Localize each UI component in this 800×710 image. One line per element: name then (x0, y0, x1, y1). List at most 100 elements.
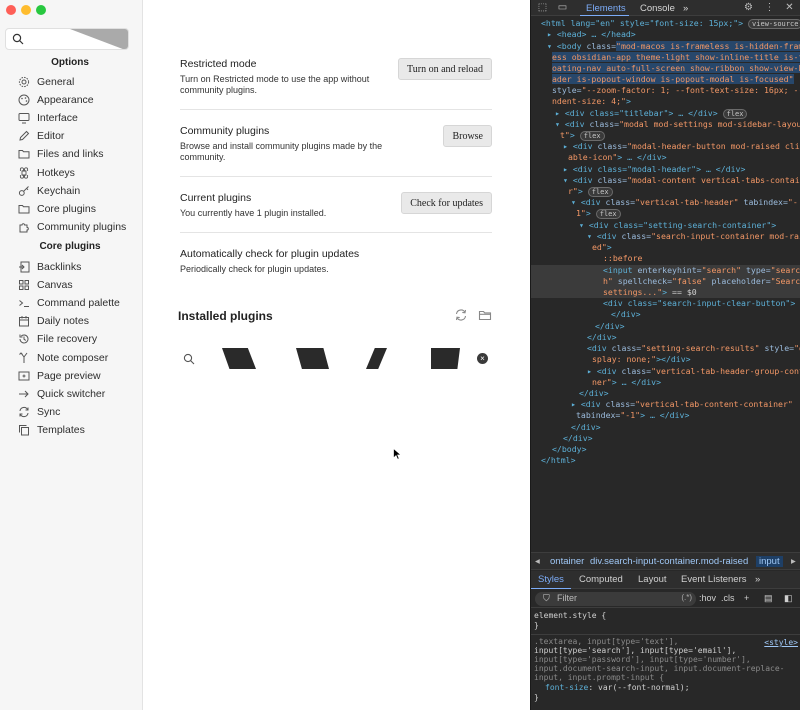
regex-toggle[interactable]: (.*) (681, 593, 692, 602)
minimize-window-button[interactable] (21, 5, 31, 15)
element-style-selector[interactable]: element.style { (534, 611, 606, 621)
clear-search-icon[interactable]: × (477, 353, 488, 364)
fullscreen-window-button[interactable] (36, 5, 46, 15)
dom-node[interactable]: ▸ <div class="vertical-tab-header-group-… (531, 366, 800, 377)
sidebar-item-editor[interactable]: Editor (18, 127, 64, 145)
dom-node[interactable]: ▾ <div class="setting-search-container"> (531, 220, 800, 231)
dom-node[interactable]: </div> (531, 332, 800, 343)
sidebar-item-hotkeys[interactable]: Hotkeys (18, 164, 75, 182)
dom-node[interactable]: ▸ <div class="vertical-tab-content-conta… (531, 399, 800, 410)
redacted-plugin-block (431, 348, 460, 369)
core-plugin-item-note-composer[interactable]: Note composer (18, 349, 108, 367)
dom-node[interactable]: ▾ <div class="modal-content vertical-tab… (531, 175, 800, 186)
breadcrumb-item[interactable]: ontainer (550, 556, 584, 567)
sidebar-item-core-plugins[interactable]: Core plugins (18, 200, 96, 218)
print-style-icon[interactable]: ▤ (764, 593, 773, 604)
tab-computed[interactable]: Computed (579, 574, 623, 585)
core-plugin-item-daily-notes[interactable]: Daily notes (18, 312, 89, 330)
breadcrumb-item-selected[interactable]: input (756, 556, 783, 567)
devtools-toolbar: ⬚ ▭ Elements Console » ⚙ ⋮ ✕ (531, 0, 800, 16)
dom-node-selected[interactable]: <input enterkeyhint="search" type="searc (531, 265, 800, 276)
more-tabs-icon[interactable]: » (683, 3, 688, 14)
dom-node[interactable]: ▾ <div class="modal mod-settings mod-sid… (531, 119, 800, 130)
reload-plugins-icon[interactable] (454, 308, 468, 322)
tab-styles[interactable]: Styles (538, 574, 564, 585)
command-icon (18, 166, 30, 179)
style-declaration[interactable]: font-size: var(--font-normal); (545, 683, 690, 693)
sidebar-item-label: Files and links (37, 148, 104, 161)
dom-node-continued: ndent-size: 4;"> (552, 96, 631, 106)
sidebar-item-files-and-links[interactable]: Files and links (18, 145, 104, 163)
core-plugin-item-backlinks[interactable]: Backlinks (18, 258, 81, 276)
breadcrumb-scroll-left-icon[interactable]: ◂ (535, 556, 540, 567)
settings-gear-icon[interactable]: ⚙ (743, 2, 754, 13)
dom-node[interactable]: ▸ <div class="titlebar"> … </div> flex (531, 108, 800, 119)
core-plugin-item-canvas[interactable]: Canvas (18, 276, 73, 294)
dom-node[interactable]: </div> (531, 321, 800, 332)
dom-node-continued: settings..."> == $0 (531, 287, 800, 298)
sidebar-item-appearance[interactable]: Appearance (18, 91, 94, 109)
open-plugins-folder-icon[interactable] (478, 308, 492, 322)
breadcrumb-item[interactable]: div.search-input-container.mod-raised (590, 556, 748, 567)
redacted-plugin-block (222, 348, 256, 369)
dom-pseudo[interactable]: ::before (531, 253, 800, 264)
puzzle-icon (18, 221, 30, 233)
dom-node[interactable]: </body> (531, 444, 800, 455)
tab-console[interactable]: Console (640, 3, 675, 14)
copy-icon (18, 424, 30, 436)
new-rule-icon[interactable]: + (744, 593, 749, 603)
core-plugin-item-sync[interactable]: Sync (18, 403, 60, 421)
dom-node[interactable]: <div class="search-input-clear-button"> (531, 298, 800, 309)
dom-node[interactable]: </div> (531, 388, 800, 399)
dom-node[interactable]: ▾ <div class="vertical-tab-header" tabin… (531, 197, 800, 208)
sidebar-item-label: Hotkeys (37, 166, 75, 179)
more-subtabs-icon[interactable]: » (755, 574, 760, 585)
gear-icon (18, 76, 30, 88)
dom-node[interactable]: ▸ <head> … </head> (531, 29, 800, 40)
sidebar-item-label: Daily notes (37, 315, 89, 328)
core-plugin-item-file-recovery[interactable]: File recovery (18, 330, 97, 348)
sidebar-item-interface[interactable]: Interface (18, 109, 78, 127)
settings-search-box[interactable] (5, 28, 129, 50)
close-devtools-icon[interactable]: ✕ (784, 2, 795, 13)
dom-node[interactable]: ▸ <div class="modal-header-button mod-ra… (531, 141, 800, 152)
dom-node[interactable]: <div class="setting-search-results" styl… (531, 343, 800, 354)
check-for-updates-button[interactable]: Check for updates (401, 192, 492, 214)
sidebar-item-keychain[interactable]: Keychain (18, 182, 80, 200)
sidebar-item-label: Quick switcher (37, 387, 106, 400)
toggle-sidebar-icon[interactable]: ◧ (784, 593, 793, 604)
dom-node[interactable]: <html lang="en" style="font-size: 15px;"… (531, 18, 800, 29)
setting-description: You currently have 1 plugin installed. (180, 208, 327, 218)
turn-on-and-reload-button[interactable]: Turn on and reload (397, 58, 492, 80)
hover-state-toggle[interactable]: :hov (699, 593, 716, 603)
folder-icon (18, 203, 30, 215)
dom-node[interactable]: </div> (531, 309, 800, 320)
key-icon (18, 185, 30, 197)
sidebar-item-general[interactable]: General (18, 73, 74, 91)
class-toggle[interactable]: .cls (721, 593, 735, 603)
tab-event-listeners[interactable]: Event Listeners (681, 574, 746, 585)
styles-filter-input[interactable]: ⛉ Filter (.*) (535, 592, 696, 606)
core-plugin-item-quick-switcher[interactable]: Quick switcher (18, 385, 105, 403)
core-plugin-item-page-preview[interactable]: Page preview (18, 367, 101, 385)
dom-node[interactable]: </div> (531, 433, 800, 444)
device-toolbar-icon[interactable]: ▭ (557, 2, 568, 13)
close-window-button[interactable] (6, 5, 16, 15)
dom-node[interactable]: ▸ <div class="modal-header"> … </div> (531, 164, 800, 175)
rule-selector: input, input.prompt-input { (534, 673, 665, 682)
style-source-link[interactable]: <style> (764, 638, 798, 647)
tab-layout[interactable]: Layout (638, 574, 667, 585)
dom-node[interactable]: </html> (531, 455, 800, 466)
more-options-icon[interactable]: ⋮ (764, 2, 775, 13)
browse-button[interactable]: Browse (443, 125, 492, 147)
dom-node[interactable]: ▾ <div class="search-input-container mod… (531, 231, 800, 242)
settings-search-input[interactable] (28, 31, 68, 47)
breadcrumb-scroll-right-icon[interactable]: ▸ (791, 556, 796, 567)
tab-elements[interactable]: Elements (586, 3, 626, 14)
sidebar-item-community-plugins[interactable]: Community plugins (18, 218, 126, 236)
core-plugin-item-templates[interactable]: Templates (18, 421, 85, 439)
dom-node[interactable]: ▾ <body class="mod-macos is-frameless is… (531, 41, 800, 52)
core-plugin-item-command-palette[interactable]: Command palette (18, 294, 120, 312)
inspect-element-icon[interactable]: ⬚ (537, 2, 548, 13)
dom-node[interactable]: </div> (531, 422, 800, 433)
